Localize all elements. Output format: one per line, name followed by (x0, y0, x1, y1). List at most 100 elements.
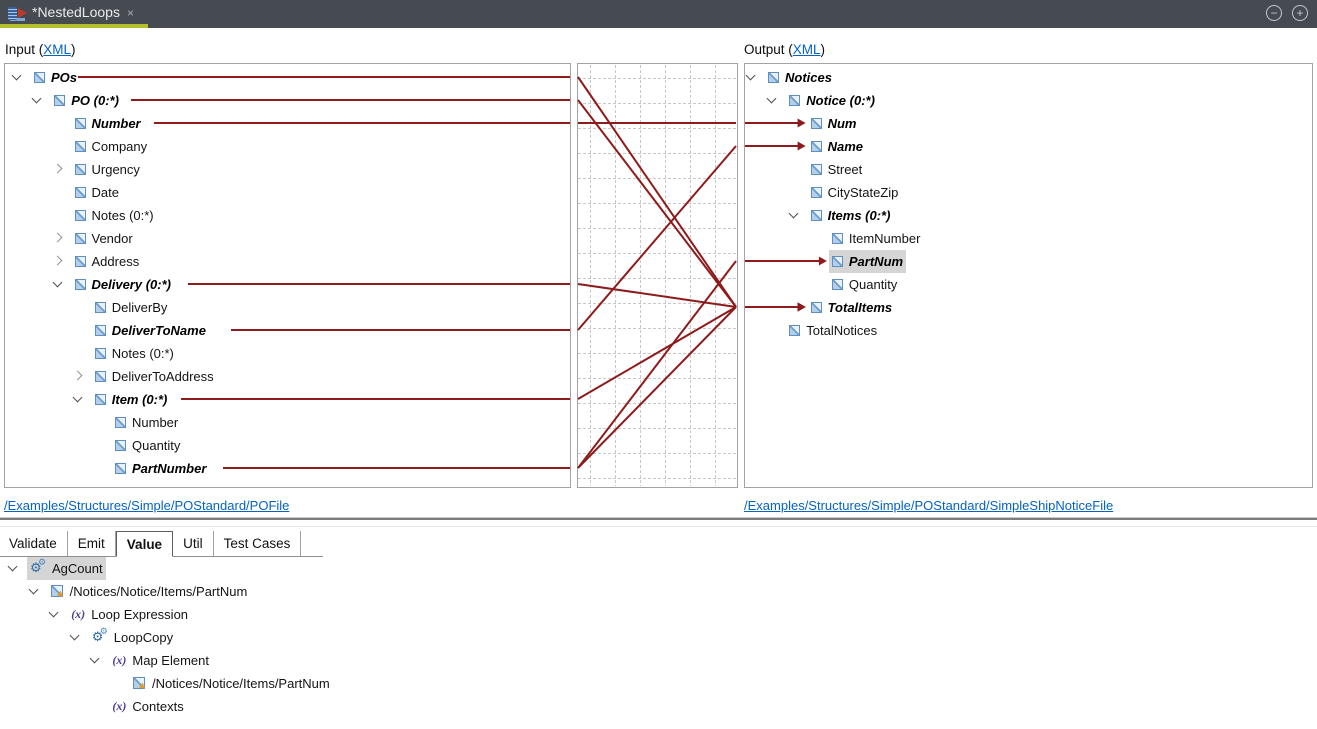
tree-item[interactable]: Notes (0:*) (72, 204, 157, 227)
tree-item[interactable]: Date (72, 181, 122, 204)
tree-item[interactable]: (x)Map Element (109, 649, 212, 672)
tree-item[interactable]: Number (112, 411, 181, 434)
document-tab[interactable]: *NestedLoops × (0, 0, 148, 28)
tree-item[interactable]: Vendor (72, 227, 136, 250)
chevron-down-icon[interactable] (746, 71, 756, 81)
output-tree-row[interactable]: PartNum (745, 250, 1312, 273)
tree-item[interactable]: POs (31, 66, 80, 89)
collapse-icon[interactable]: − (1266, 5, 1282, 21)
value-tree-row[interactable]: AgCount (0, 557, 1317, 580)
tree-item[interactable]: Notice (0:*) (786, 89, 878, 112)
tree-item[interactable]: DeliverBy (92, 296, 171, 319)
chevron-right-icon[interactable] (52, 256, 62, 266)
input-tree-row[interactable]: Company (5, 135, 570, 158)
chevron-down-icon[interactable] (69, 631, 79, 641)
input-tree-row[interactable]: Urgency (5, 158, 570, 181)
input-tree-row[interactable]: Item (0:*) (5, 388, 570, 411)
tab-emit[interactable]: Emit (68, 531, 116, 556)
input-tree-row[interactable]: Notes (0:*) (5, 342, 570, 365)
tree-item[interactable]: PartNumber (112, 457, 209, 480)
input-tree-row[interactable]: PO (0:*) (5, 89, 570, 112)
tree-item[interactable]: Number (72, 112, 144, 135)
output-tree-row[interactable]: Notices (745, 66, 1312, 89)
output-tree-row[interactable]: Name (745, 135, 1312, 158)
input-tree-row[interactable]: DeliverBy (5, 296, 570, 319)
input-tree-row[interactable]: DeliverToName (5, 319, 570, 342)
tree-item[interactable]: Name (808, 135, 866, 158)
tree-item[interactable]: CityStateZip (808, 181, 902, 204)
selected-tree-item[interactable]: AgCount (27, 557, 106, 580)
input-tree-row[interactable]: Address (5, 250, 570, 273)
output-tree-row[interactable]: CityStateZip (745, 181, 1312, 204)
output-tree-row[interactable]: TotalNotices (745, 319, 1312, 342)
tree-item[interactable]: Delivery (0:*) (72, 273, 174, 296)
value-tree-row[interactable]: /Notices/Notice/Items/PartNum (0, 580, 1317, 603)
input-tree-row[interactable]: DeliverToAddress (5, 365, 570, 388)
output-tree-row[interactable]: Items (0:*) (745, 204, 1312, 227)
value-tree-row[interactable]: (x)Contexts (0, 695, 1317, 718)
value-tree-row[interactable]: /Notices/Notice/Items/PartNum (0, 672, 1317, 695)
tree-item[interactable]: ItemNumber (829, 227, 924, 250)
close-icon[interactable]: × (127, 7, 134, 19)
input-tree-row[interactable]: Delivery (0:*) (5, 273, 570, 296)
tree-item[interactable]: Street (808, 158, 866, 181)
output-tree-row[interactable]: TotalItems (745, 296, 1312, 319)
output-file-link[interactable]: /Examples/Structures/Simple/POStandard/S… (744, 498, 1113, 513)
tree-item[interactable]: PO (0:*) (51, 89, 122, 112)
output-tree-row[interactable]: Quantity (745, 273, 1312, 296)
output-tree-row[interactable]: Num (745, 112, 1312, 135)
expand-icon[interactable]: + (1292, 5, 1308, 21)
tree-item[interactable]: DeliverToName (92, 319, 209, 342)
value-tree-row[interactable]: (x)Loop Expression (0, 603, 1317, 626)
output-xml-link[interactable]: XML (793, 42, 821, 57)
tree-item[interactable]: Item (0:*) (92, 388, 171, 411)
chevron-down-icon[interactable] (28, 585, 38, 595)
tree-item[interactable]: Quantity (829, 273, 900, 296)
tree-item[interactable]: TotalNotices (786, 319, 880, 342)
input-file-link[interactable]: /Examples/Structures/Simple/POStandard/P… (4, 498, 289, 513)
output-tree-row[interactable]: Notice (0:*) (745, 89, 1312, 112)
tree-item[interactable]: Quantity (112, 434, 183, 457)
output-tree-row[interactable]: ItemNumber (745, 227, 1312, 250)
tab-test-cases[interactable]: Test Cases (214, 531, 302, 556)
selected-tree-item[interactable]: PartNum (829, 250, 906, 273)
tab-value[interactable]: Value (116, 531, 173, 557)
value-tree-row[interactable]: LoopCopy (0, 626, 1317, 649)
input-tree-row[interactable]: Number (5, 411, 570, 434)
tree-item[interactable]: /Notices/Notice/Items/PartNum (130, 672, 333, 695)
tree-item[interactable]: Address (72, 250, 143, 273)
chevron-down-icon[interactable] (12, 71, 22, 81)
mapping-canvas[interactable] (577, 63, 738, 488)
input-tree-row[interactable]: Quantity (5, 434, 570, 457)
input-tree-row[interactable]: Number (5, 112, 570, 135)
chevron-down-icon[interactable] (52, 278, 62, 288)
tab-validate[interactable]: Validate (0, 531, 68, 556)
tree-item[interactable]: (x)Contexts (109, 695, 186, 718)
tree-item[interactable]: Items (0:*) (808, 204, 894, 227)
tree-item[interactable]: Company (72, 135, 151, 158)
chevron-right-icon[interactable] (52, 233, 62, 243)
output-tree-row[interactable]: Street (745, 158, 1312, 181)
tree-item[interactable]: Notes (0:*) (92, 342, 177, 365)
chevron-down-icon[interactable] (49, 608, 59, 618)
tree-item[interactable]: (x)Loop Expression (68, 603, 191, 626)
tree-item[interactable]: /Notices/Notice/Items/PartNum (48, 580, 251, 603)
chevron-down-icon[interactable] (8, 562, 18, 572)
tree-item[interactable]: Urgency (72, 158, 143, 181)
chevron-down-icon[interactable] (90, 654, 100, 664)
tree-item[interactable]: Num (808, 112, 860, 135)
chevron-down-icon[interactable] (32, 94, 42, 104)
chevron-down-icon[interactable] (788, 209, 798, 219)
tree-item[interactable]: LoopCopy (89, 626, 176, 649)
input-tree-row[interactable]: Date (5, 181, 570, 204)
value-tree-row[interactable]: (x)Map Element (0, 649, 1317, 672)
input-tree-row[interactable]: Vendor (5, 227, 570, 250)
chevron-right-icon[interactable] (72, 371, 82, 381)
tree-item[interactable]: TotalItems (808, 296, 896, 319)
input-tree-row[interactable]: Notes (0:*) (5, 204, 570, 227)
tab-util[interactable]: Util (173, 531, 214, 556)
tree-item[interactable]: DeliverToAddress (92, 365, 217, 388)
chevron-right-icon[interactable] (52, 164, 62, 174)
chevron-down-icon[interactable] (72, 393, 82, 403)
chevron-down-icon[interactable] (767, 94, 777, 104)
